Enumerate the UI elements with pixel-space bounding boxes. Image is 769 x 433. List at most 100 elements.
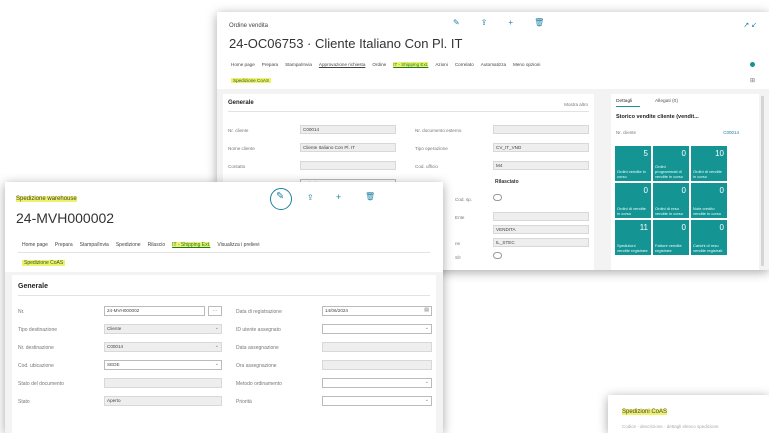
office-code-label: Cod. ufficio: [415, 164, 438, 169]
cue-tile[interactable]: 0 Ordini programmati di vendite in corso: [653, 146, 689, 181]
warehouse-shipment-window: Spedizione warehouse 24-MVH000002 ✎ ⇪ + …: [5, 182, 443, 433]
destination-type-label: Tipo destinazione: [18, 327, 58, 333]
scrollbar[interactable]: [761, 96, 764, 266]
partial-label-1: Cod. sp.: [455, 197, 473, 202]
chevron-down-icon: ⌄: [424, 325, 429, 331]
cue-tile[interactable]: 0 Ordini di reso vendite in corso: [653, 183, 689, 218]
partial-field-2[interactable]: [493, 212, 589, 221]
nav-release[interactable]: Rilascio: [148, 242, 166, 248]
cue-tile[interactable]: 0 Carichi di reso vendite registrati: [691, 220, 727, 255]
nav-prepare[interactable]: Prepara: [55, 242, 73, 248]
posting-date-field[interactable]: 14/06/2024 ▤: [322, 306, 432, 316]
tab-attachments[interactable]: Allegati (0): [655, 99, 678, 104]
more-button[interactable]: ···: [208, 306, 222, 316]
cue-tile[interactable]: 0 Note credito vendite in corso: [691, 183, 727, 218]
page-caption: Spedizione warehouse: [16, 196, 77, 202]
nav-related[interactable]: Correlato: [455, 62, 474, 67]
add-icon[interactable]: +: [508, 18, 513, 27]
no-field[interactable]: 24-MVH000002: [104, 306, 205, 316]
partial-label-4: ne: [455, 241, 461, 246]
external-doc-label: Nr. documento esterno: [415, 128, 462, 133]
partial-field-4[interactable]: IL_STEC: [493, 238, 589, 247]
factbox-customer-label: Nr. cliente: [616, 130, 637, 135]
delete-icon[interactable]: 🗑: [534, 18, 544, 27]
partial-label-2: Ente: [455, 215, 465, 220]
share-icon[interactable]: ⇪: [307, 193, 314, 202]
expand-collapse-icon[interactable]: ↗ ↙: [743, 21, 757, 29]
factbox-pane: Dettagli Allegati (0) Storico vendite cl…: [611, 94, 759, 270]
nav-print-send[interactable]: Stampa/Invia: [80, 242, 109, 248]
edit-icon[interactable]: ✎: [453, 18, 460, 27]
tab-details[interactable]: Dettagli: [616, 99, 632, 104]
cue-tile[interactable]: 0 Fatture vendite registrate: [653, 220, 689, 255]
section-title: Generale: [228, 100, 254, 106]
operation-type-label: Tipo operazione: [415, 146, 448, 151]
operation-type-field[interactable]: CV_IT_VND: [493, 143, 589, 152]
chevron-down-icon: ⌄: [424, 397, 429, 403]
delete-icon[interactable]: 🗑: [365, 192, 375, 201]
nav-view-picks[interactable]: Visualizza i prelievi: [217, 242, 259, 248]
customer-no-field[interactable]: C00014: [300, 125, 396, 134]
status-dot: [750, 62, 755, 67]
priority-select[interactable]: ⌄: [322, 396, 432, 406]
nav-order[interactable]: Ordine: [372, 62, 386, 67]
divider: [228, 111, 589, 112]
customer-name-label: Nome cliente: [228, 146, 255, 151]
partial-label-5: Sìt: [455, 255, 461, 260]
partial-field-3[interactable]: VENDITA: [493, 225, 589, 234]
location-code-select[interactable]: SEDE ⌄: [104, 360, 222, 370]
cue-tile[interactable]: 0 Ordini di vendite in corso: [615, 183, 651, 218]
nav-home[interactable]: Home page: [22, 242, 48, 248]
general-section: Generale Nr. 24-MVH000002 ··· Tipo desti…: [12, 275, 436, 433]
page-title: 24-MVH000002: [16, 210, 115, 226]
section-title: Generale: [18, 283, 48, 290]
assignment-time-label: Ora assegnazione: [236, 363, 277, 369]
nav-automate[interactable]: Automatizza: [481, 62, 506, 67]
contact-field[interactable]: [300, 161, 396, 170]
nav-fewer-options[interactable]: Meno opzioni: [513, 62, 540, 67]
document-status-label: Stato del documento: [18, 381, 64, 387]
factbox-title: Storico vendite cliente (vendit...: [616, 114, 699, 120]
toggle-switch-2[interactable]: [493, 252, 502, 259]
assigned-user-select[interactable]: ⌄: [322, 324, 432, 334]
posting-date-label: Data di registrazione: [236, 309, 282, 315]
destination-no-select[interactable]: C00014 ⌄: [104, 342, 222, 352]
assignment-time-field: [322, 360, 432, 370]
sorting-method-select[interactable]: ⌄: [322, 378, 432, 388]
no-label: Nr.: [18, 309, 25, 315]
cue-tile[interactable]: 11 Spedizioni vendite registrate: [615, 220, 651, 255]
chevron-down-icon: ⌄: [424, 379, 429, 385]
cue-tile[interactable]: 5 Ordini vendite in corso: [615, 146, 651, 181]
customer-name-field[interactable]: Cliente Italiano Con Pl. IT: [300, 143, 396, 152]
show-more-link[interactable]: Mostra altro: [564, 102, 588, 107]
chevron-down-icon: ⌄: [214, 325, 219, 331]
assignment-date-label: Data assegnazione: [236, 345, 279, 351]
nav-actions[interactable]: Azioni: [435, 62, 448, 67]
shipping-coas-action[interactable]: Spedizione CoAS: [22, 260, 66, 266]
shipping-coas-action[interactable]: Spedizione CoAS: [231, 78, 272, 83]
edit-icon: ✎: [276, 191, 285, 202]
nav-shipping-ext[interactable]: IT - Shipping Ext.: [393, 62, 429, 67]
destination-type-select[interactable]: Cliente ⌄: [104, 324, 222, 334]
nav-approval[interactable]: Approvazione richiesta: [319, 62, 365, 67]
external-doc-field[interactable]: [493, 125, 589, 134]
nav-print-send[interactable]: Stampa/Invia: [285, 62, 312, 67]
office-code-field[interactable]: M4: [493, 161, 589, 170]
nav-shipping-ext[interactable]: IT - Shipping Ext.: [172, 242, 211, 248]
status-value: Rilasciato: [495, 179, 519, 185]
nav-home[interactable]: Home page: [231, 62, 255, 67]
location-code-label: Cod. ubicazione: [18, 363, 54, 369]
share-icon[interactable]: ⇪: [481, 18, 488, 27]
add-icon[interactable]: +: [336, 192, 341, 202]
nav-prepare[interactable]: Prepara: [262, 62, 278, 67]
chevron-down-icon: ⌄: [214, 361, 219, 367]
contact-label: Contatto: [228, 164, 246, 169]
destination-no-label: Nr. destinazione: [18, 345, 54, 351]
action-bar: Home page Prepara Stampa/Invia Approvazi…: [231, 62, 547, 67]
page-caption: Spedizioni CoAS: [622, 409, 668, 415]
cue-tile[interactable]: 10 Ordini di vendite in corso: [691, 146, 727, 181]
toggle-switch[interactable]: [493, 194, 502, 201]
factbox-customer-value[interactable]: C00014: [723, 130, 739, 135]
nav-shipment[interactable]: Spedizione: [116, 242, 141, 248]
pin-icon[interactable]: ⊞: [750, 77, 755, 84]
